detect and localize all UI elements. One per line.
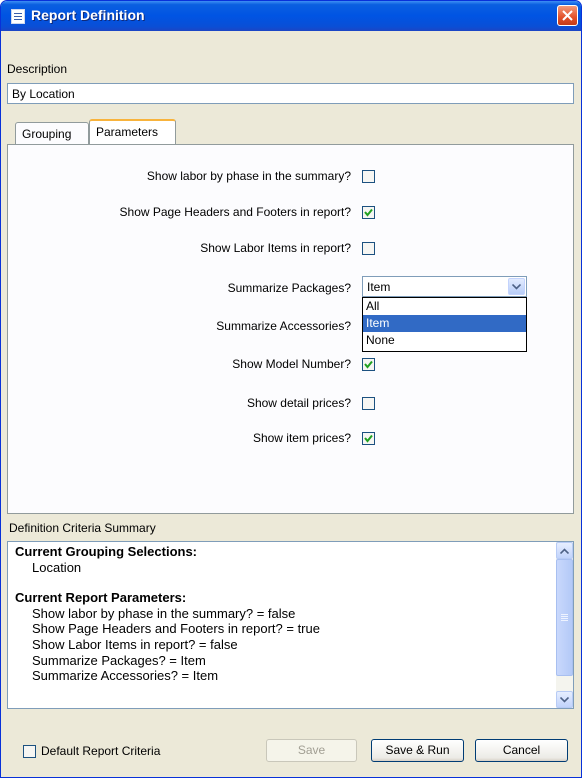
scroll-up-button[interactable] [556, 542, 573, 559]
dropdown-option-none[interactable]: None [363, 332, 526, 349]
item-prices-checkbox[interactable] [362, 432, 375, 445]
check-icon [364, 208, 373, 217]
tab-parameters[interactable]: Parameters [89, 119, 176, 144]
default-criteria-checkbox[interactable] [23, 745, 36, 758]
model-number-checkbox[interactable] [362, 358, 375, 371]
summary-label: Definition Criteria Summary [9, 521, 156, 535]
params-heading: Current Report Parameters: [15, 590, 187, 606]
param-item: Show Labor Items in report? = false [32, 636, 238, 652]
chevron-down-icon [560, 697, 569, 703]
detail-prices-label: Show detail prices? [246, 396, 351, 410]
save-button[interactable]: Save [266, 739, 357, 762]
document-icon [11, 9, 25, 24]
close-button[interactable] [557, 5, 578, 26]
labor-by-phase-label: Show labor by phase in the summary? [146, 169, 351, 183]
param-item: Show labor by phase in the summary? = fa… [32, 605, 296, 621]
report-definition-window: Report Definition Description By Locatio… [0, 0, 582, 778]
labor-items-checkbox[interactable] [362, 242, 375, 255]
page-headers-label: Show Page Headers and Footers in report? [119, 205, 351, 219]
scroll-thumb[interactable] [556, 559, 573, 676]
page-headers-checkbox[interactable] [362, 206, 375, 219]
description-label: Description [7, 62, 68, 76]
check-icon [364, 360, 373, 369]
labor-by-phase-checkbox[interactable] [362, 170, 375, 183]
scroll-down-button[interactable] [556, 691, 573, 708]
dropdown-option-item[interactable]: Item [363, 315, 526, 332]
criteria-summary-box[interactable]: Current Grouping Selections: Location Cu… [7, 541, 574, 709]
cancel-button[interactable]: Cancel [475, 739, 568, 762]
window-title: Report Definition [31, 7, 145, 23]
summary-text: Current Grouping Selections: Location Cu… [15, 544, 553, 684]
grouping-heading: Current Grouping Selections: [15, 544, 198, 559]
item-prices-label: Show item prices? [252, 431, 351, 445]
dropdown-button[interactable] [508, 278, 525, 295]
chevron-down-icon [512, 284, 521, 290]
labor-items-label: Show Labor Items in report? [200, 241, 351, 255]
model-number-label: Show Model Number? [232, 357, 351, 371]
summarize-accessories-label: Summarize Accessories? [216, 319, 351, 333]
param-item: Summarize Packages? = Item [32, 652, 206, 668]
summarize-packages-dropdown-list: All Item None [362, 297, 527, 352]
param-item: Show Page Headers and Footers in report?… [32, 621, 320, 637]
save-and-run-button[interactable]: Save & Run [371, 739, 464, 762]
grouping-item: Location [32, 559, 82, 575]
close-icon [562, 10, 573, 21]
tab-grouping[interactable]: Grouping [15, 122, 89, 144]
detail-prices-checkbox[interactable] [362, 397, 375, 410]
param-item: Summarize Accessories? = Item [32, 668, 219, 684]
summarize-packages-label: Summarize Packages? [227, 281, 351, 295]
summary-scrollbar[interactable] [556, 542, 573, 708]
chevron-up-icon [560, 548, 569, 554]
check-icon [364, 434, 373, 443]
title-bar[interactable]: Report Definition [1, 1, 581, 31]
summarize-packages-select[interactable]: Item [362, 276, 527, 297]
summarize-packages-value: Item [367, 280, 391, 294]
default-criteria-label: Default Report Criteria [41, 744, 161, 758]
dropdown-option-all[interactable]: All [363, 298, 526, 315]
description-input[interactable]: By Location [7, 83, 574, 104]
